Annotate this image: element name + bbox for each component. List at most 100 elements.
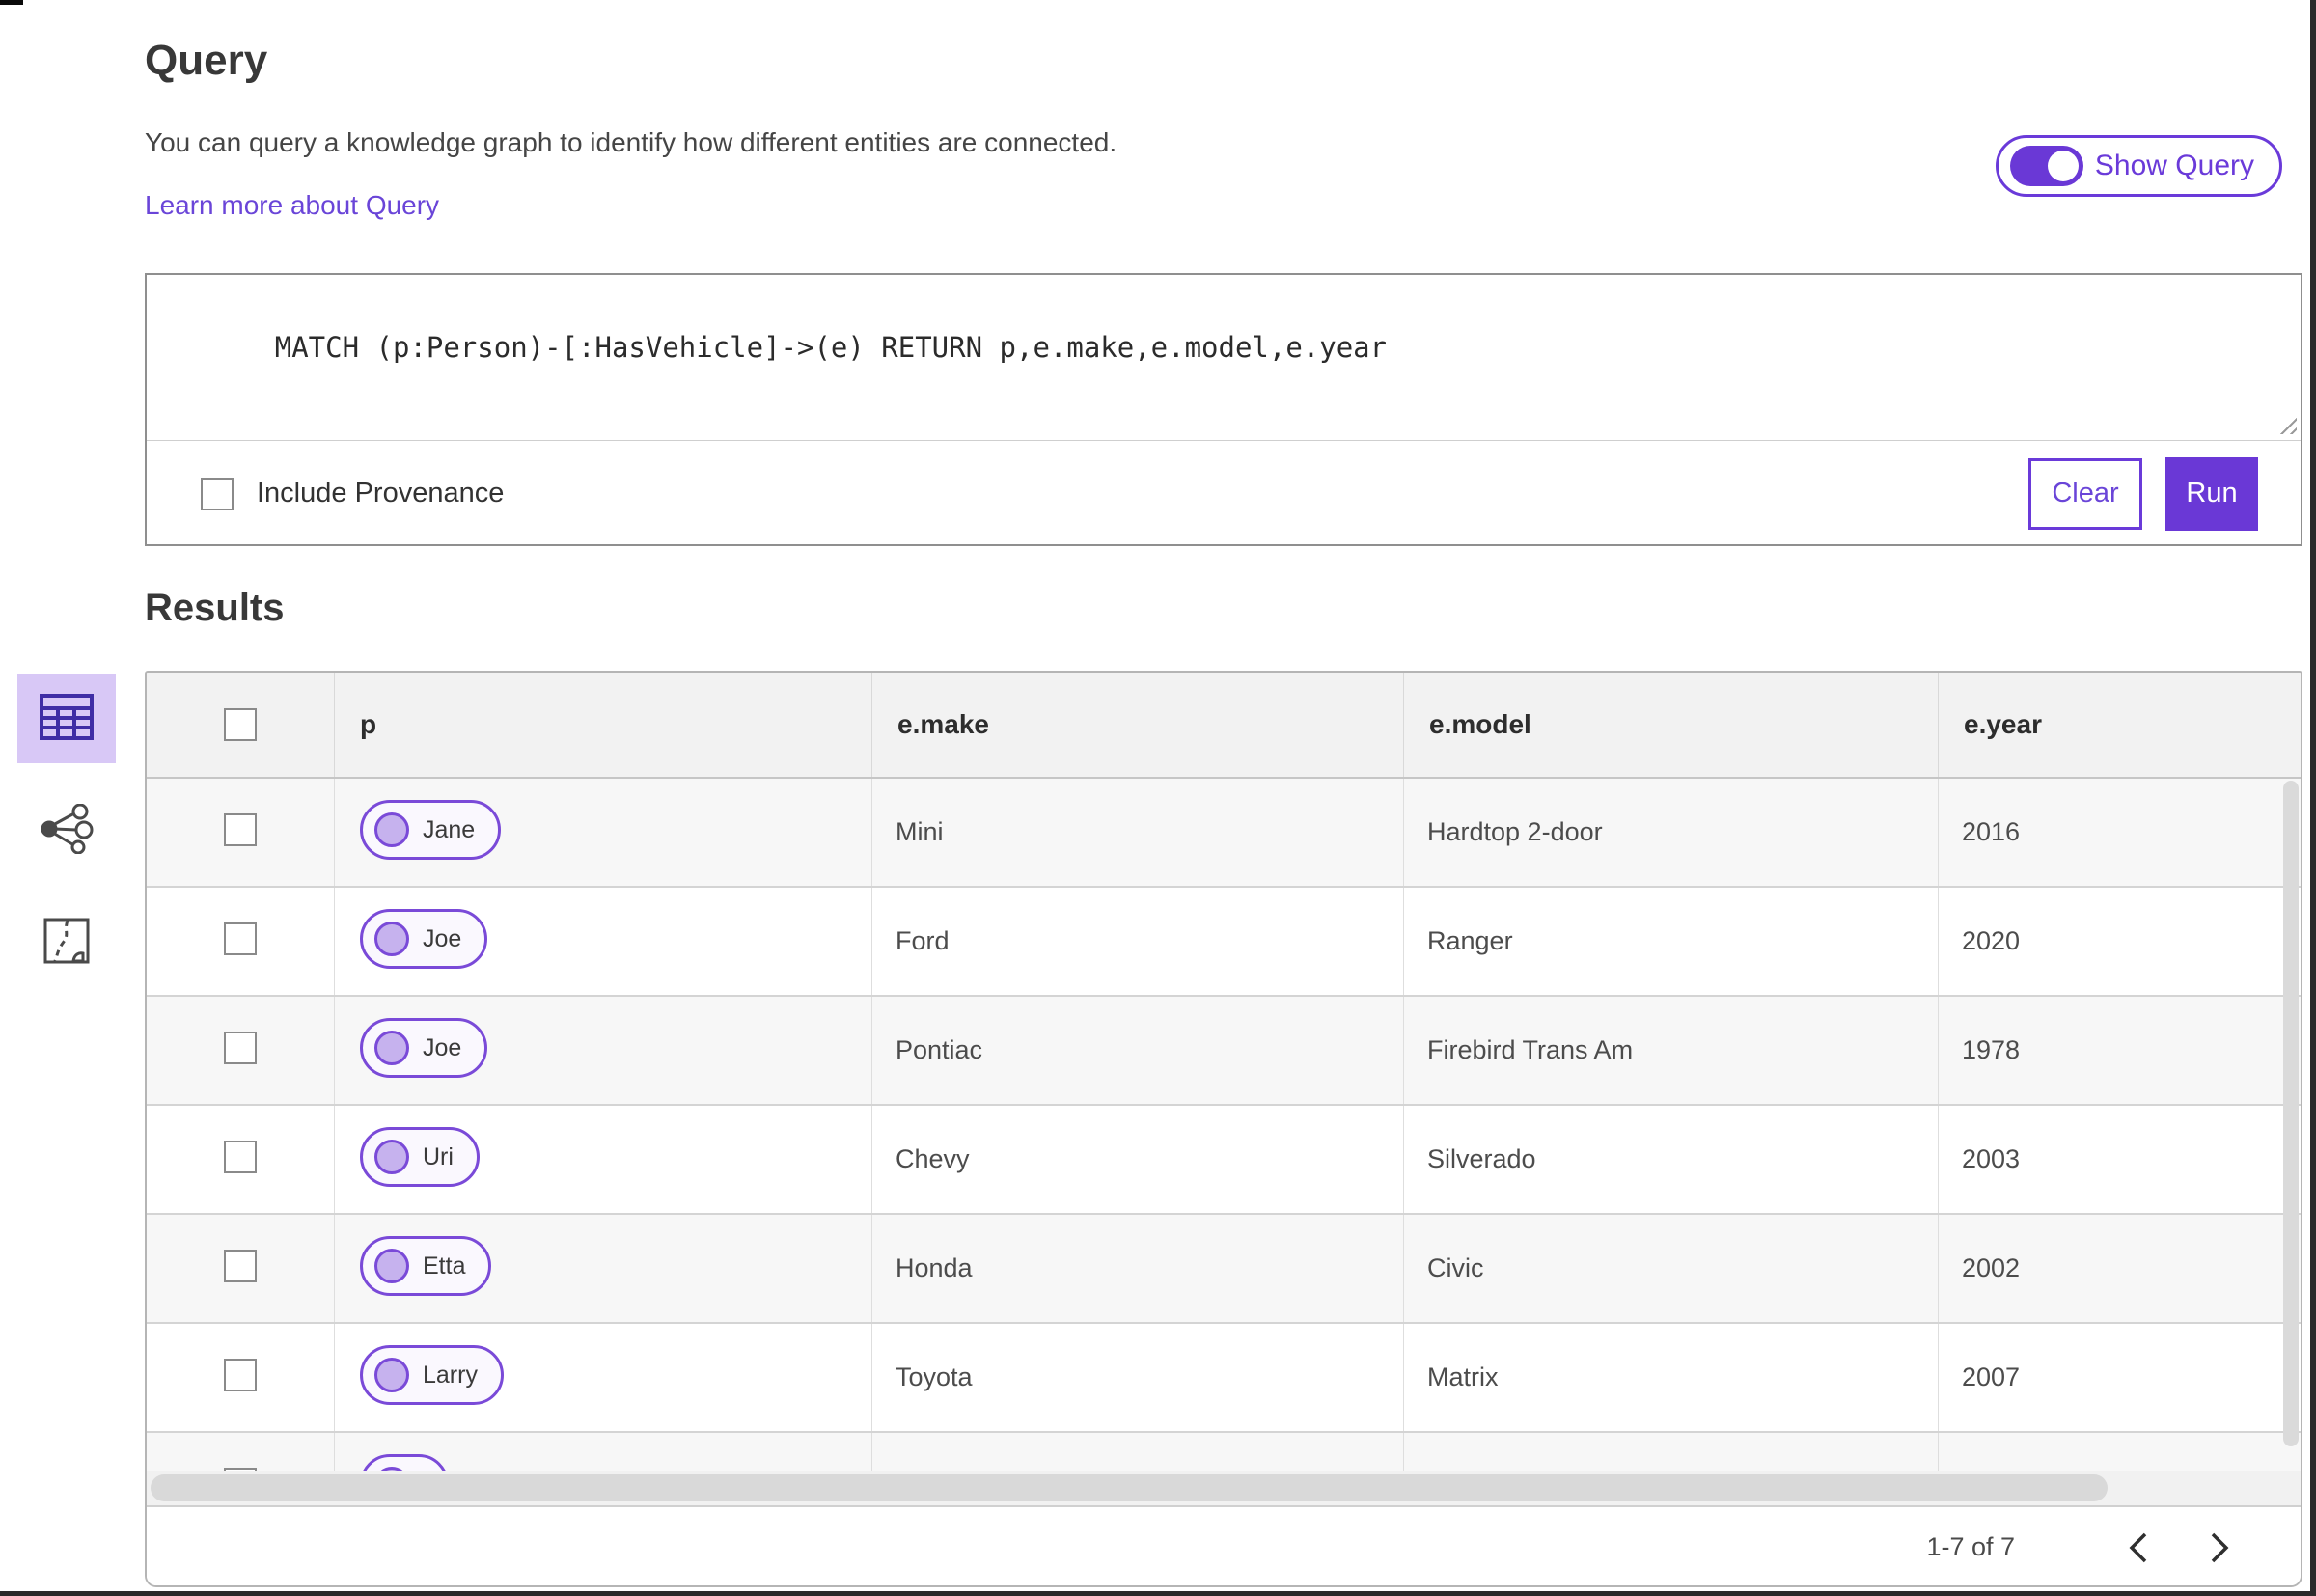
query-input[interactable]: MATCH (p:Person)-[:HasVehicle]->(e) RETU… bbox=[147, 275, 2301, 440]
entity-name: Jane bbox=[423, 815, 476, 843]
pagination-range: 1-7 of 7 bbox=[1926, 1532, 2015, 1561]
results-table: p e.make e.model e.year Jane Mini Hardtop 2… bbox=[145, 671, 2302, 1587]
previous-page-button[interactable] bbox=[2111, 1521, 2165, 1575]
show-query-label: Show Query bbox=[2094, 150, 2254, 181]
cell-model: Ranger bbox=[1403, 888, 1938, 995]
cell-year: 2016 bbox=[1938, 779, 2301, 886]
entity-name: Joe bbox=[423, 924, 462, 952]
row-checkbox[interactable] bbox=[224, 1359, 257, 1391]
column-header-p[interactable]: p bbox=[334, 673, 871, 777]
horizontal-scrollbar-thumb[interactable] bbox=[151, 1474, 2108, 1501]
select-all-checkbox[interactable] bbox=[224, 708, 257, 741]
entity-dot-icon bbox=[374, 922, 409, 956]
row-checkbox-cell bbox=[147, 1433, 334, 1471]
view-switcher bbox=[17, 674, 116, 1010]
query-text: MATCH (p:Person)-[:HasVehicle]->(e) RETU… bbox=[274, 331, 1388, 364]
include-provenance-label: Include Provenance bbox=[257, 478, 505, 509]
cell-make: Mini bbox=[871, 779, 1403, 886]
cell-make: Ford bbox=[871, 888, 1403, 995]
table-row[interactable]: Larry Toyota Matrix 2007 bbox=[147, 1324, 2301, 1433]
column-header-e.year[interactable]: e.year bbox=[1938, 673, 2301, 777]
cell-model: Civic bbox=[1403, 1215, 1938, 1322]
show-query-toggle[interactable]: Show Query bbox=[1995, 135, 2282, 197]
cell-p: Larry bbox=[334, 1324, 871, 1431]
table-row[interactable] bbox=[147, 1433, 2301, 1471]
entity-pill[interactable] bbox=[360, 1454, 449, 1471]
cell-make: Pontiac bbox=[871, 997, 1403, 1104]
select-all-cell bbox=[147, 673, 334, 777]
window-edge-bottom bbox=[0, 1591, 2316, 1596]
clear-button[interactable]: Clear bbox=[2028, 457, 2142, 530]
resize-grip-icon[interactable] bbox=[2275, 413, 2297, 434]
results-title: Results bbox=[145, 587, 285, 629]
row-checkbox[interactable] bbox=[224, 1141, 257, 1173]
table-row[interactable]: Etta Honda Civic 2002 bbox=[147, 1215, 2301, 1324]
entity-pill[interactable]: Joe bbox=[360, 909, 488, 969]
table-row[interactable]: Joe Ford Ranger 2020 bbox=[147, 888, 2301, 997]
cell-year bbox=[1938, 1433, 2301, 1471]
cell-year: 2003 bbox=[1938, 1106, 2301, 1213]
cell-p bbox=[334, 1433, 871, 1471]
entity-name: Joe bbox=[423, 1033, 462, 1061]
window-edge-right bbox=[2310, 0, 2316, 1596]
run-button[interactable]: Run bbox=[2165, 456, 2258, 531]
cell-make: Honda bbox=[871, 1215, 1403, 1322]
entity-dot-icon bbox=[374, 1358, 409, 1392]
learn-more-link[interactable]: Learn more about Query bbox=[145, 190, 439, 221]
cell-p: Jane bbox=[334, 779, 871, 886]
table-view-button[interactable] bbox=[17, 674, 116, 763]
entity-name: Etta bbox=[423, 1252, 466, 1280]
row-checkbox-cell bbox=[147, 1215, 334, 1322]
table-body: Jane Mini Hardtop 2-door 2016 Joe Ford R… bbox=[147, 779, 2301, 1471]
row-checkbox[interactable] bbox=[224, 922, 257, 955]
entity-pill[interactable]: Etta bbox=[360, 1236, 492, 1296]
toggle-switch-icon[interactable] bbox=[2009, 146, 2083, 186]
table-footer: 1-7 of 7 bbox=[147, 1505, 2301, 1585]
table-icon bbox=[39, 693, 95, 746]
row-checkbox-cell bbox=[147, 888, 334, 995]
next-page-button[interactable] bbox=[2192, 1521, 2247, 1575]
column-header-e.model[interactable]: e.model bbox=[1403, 673, 1938, 777]
table-header-row: p e.make e.model e.year bbox=[147, 673, 2301, 779]
table-row[interactable]: Jane Mini Hardtop 2-door 2016 bbox=[147, 779, 2301, 888]
toggle-knob bbox=[2047, 151, 2079, 181]
cell-model: Matrix bbox=[1403, 1324, 1938, 1431]
query-page: Query You can query a knowledge graph to… bbox=[0, 0, 2316, 1596]
cell-model: Hardtop 2-door bbox=[1403, 779, 1938, 886]
cell-make: Chevy bbox=[871, 1106, 1403, 1213]
link-chart-icon bbox=[40, 803, 94, 859]
map-view-button[interactable] bbox=[17, 898, 116, 987]
entity-pill[interactable]: Uri bbox=[360, 1127, 480, 1187]
row-checkbox-cell bbox=[147, 1106, 334, 1213]
horizontal-scrollbar-track[interactable] bbox=[147, 1471, 2301, 1505]
row-checkbox-cell bbox=[147, 997, 334, 1104]
row-checkbox[interactable] bbox=[224, 1250, 257, 1282]
cell-make bbox=[871, 1433, 1403, 1471]
query-panel: MATCH (p:Person)-[:HasVehicle]->(e) RETU… bbox=[145, 273, 2302, 546]
cell-p: Joe bbox=[334, 888, 871, 995]
table-row[interactable]: Uri Chevy Silverado 2003 bbox=[147, 1106, 2301, 1215]
entity-dot-icon bbox=[374, 812, 409, 847]
table-row[interactable]: Joe Pontiac Firebird Trans Am 1978 bbox=[147, 997, 2301, 1106]
entity-pill[interactable]: Larry bbox=[360, 1345, 504, 1405]
entity-pill[interactable]: Joe bbox=[360, 1018, 488, 1078]
entity-dot-icon bbox=[374, 1031, 409, 1065]
include-provenance-checkbox[interactable] bbox=[201, 477, 234, 510]
entity-name: Larry bbox=[423, 1361, 478, 1389]
row-checkbox[interactable] bbox=[224, 1032, 257, 1064]
link-chart-view-button[interactable] bbox=[17, 786, 116, 875]
column-header-e.make[interactable]: e.make bbox=[871, 673, 1403, 777]
cell-model bbox=[1403, 1433, 1938, 1471]
cell-year: 1978 bbox=[1938, 997, 2301, 1104]
cell-model: Silverado bbox=[1403, 1106, 1938, 1213]
row-checkbox[interactable] bbox=[224, 813, 257, 846]
entity-pill[interactable]: Jane bbox=[360, 800, 502, 860]
cell-year: 2007 bbox=[1938, 1324, 2301, 1431]
cell-model: Firebird Trans Am bbox=[1403, 997, 1938, 1104]
cell-p: Joe bbox=[334, 997, 871, 1104]
cell-year: 2002 bbox=[1938, 1215, 2301, 1322]
page-description: You can query a knowledge graph to ident… bbox=[145, 127, 1117, 157]
vertical-scrollbar[interactable] bbox=[2283, 781, 2299, 1446]
cell-year: 2020 bbox=[1938, 888, 2301, 995]
query-actions-bar: Include Provenance Clear Run bbox=[147, 440, 2301, 546]
